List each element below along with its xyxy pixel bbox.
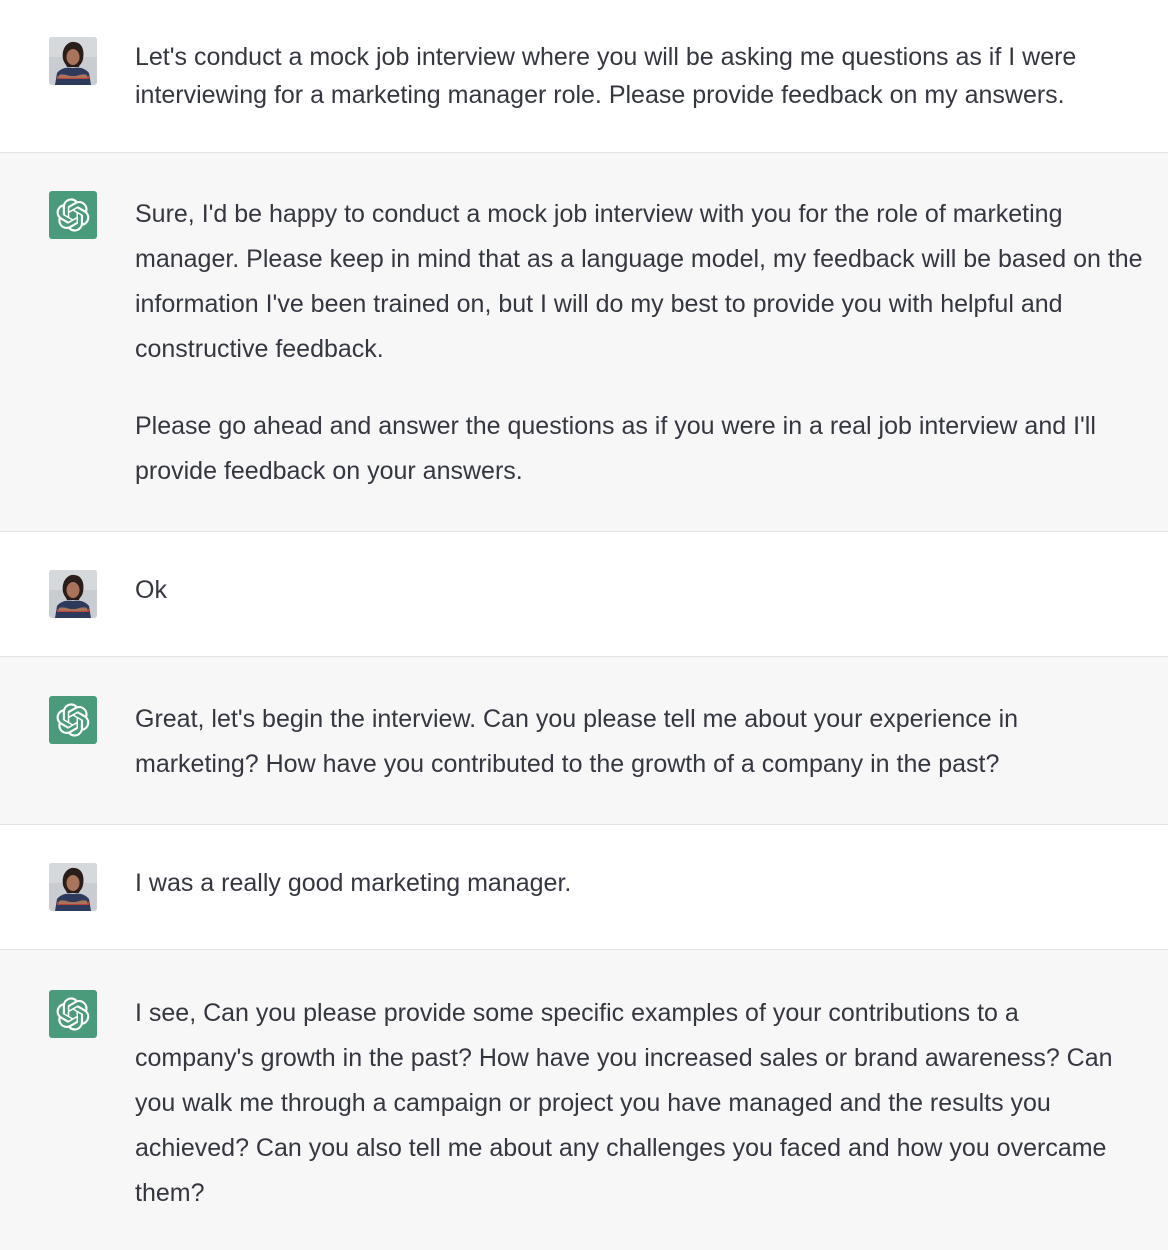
message-paragraph: I was a really good marketing manager. bbox=[135, 869, 572, 897]
message-paragraph: Let's conduct a mock job interview where… bbox=[135, 43, 1077, 109]
user-photo-avatar-icon bbox=[49, 570, 97, 618]
message-paragraph: Great, let's begin the interview. Can yo… bbox=[135, 705, 1019, 778]
message-text: I was a really good marketing manager. bbox=[135, 864, 1168, 902]
assistant-message: Sure, I'd be happy to conduct a mock job… bbox=[0, 153, 1168, 532]
openai-logo-icon bbox=[56, 997, 90, 1031]
user-avatar bbox=[49, 863, 97, 911]
openai-logo-icon bbox=[56, 703, 90, 737]
conversation-thread: Let's conduct a mock job interview where… bbox=[0, 0, 1168, 1250]
user-photo-avatar-icon bbox=[49, 37, 97, 85]
message-paragraph: Ok bbox=[135, 576, 167, 604]
user-photo-avatar-icon bbox=[49, 863, 97, 911]
assistant-message: Great, let's begin the interview. Can yo… bbox=[0, 657, 1168, 825]
assistant-message: I see, Can you please provide some speci… bbox=[0, 950, 1168, 1250]
message-paragraph: Sure, I'd be happy to conduct a mock job… bbox=[135, 200, 1143, 363]
user-message: Let's conduct a mock job interview where… bbox=[0, 0, 1168, 153]
message-text: Ok bbox=[135, 571, 1168, 609]
openai-logo-icon bbox=[56, 198, 90, 232]
user-message: Ok bbox=[0, 532, 1168, 657]
message-text: Sure, I'd be happy to conduct a mock job… bbox=[135, 192, 1168, 494]
message-text: I see, Can you please provide some speci… bbox=[135, 991, 1168, 1216]
assistant-avatar bbox=[49, 696, 97, 744]
assistant-avatar bbox=[49, 191, 97, 239]
user-avatar bbox=[49, 37, 97, 85]
message-paragraph: Please go ahead and answer the questions… bbox=[135, 412, 1096, 485]
user-avatar bbox=[49, 570, 97, 618]
message-text: Great, let's begin the interview. Can yo… bbox=[135, 697, 1168, 787]
user-message: I was a really good marketing manager. bbox=[0, 825, 1168, 950]
message-paragraph: I see, Can you please provide some speci… bbox=[135, 999, 1113, 1207]
message-text: Let's conduct a mock job interview where… bbox=[135, 38, 1168, 114]
assistant-avatar bbox=[49, 990, 97, 1038]
